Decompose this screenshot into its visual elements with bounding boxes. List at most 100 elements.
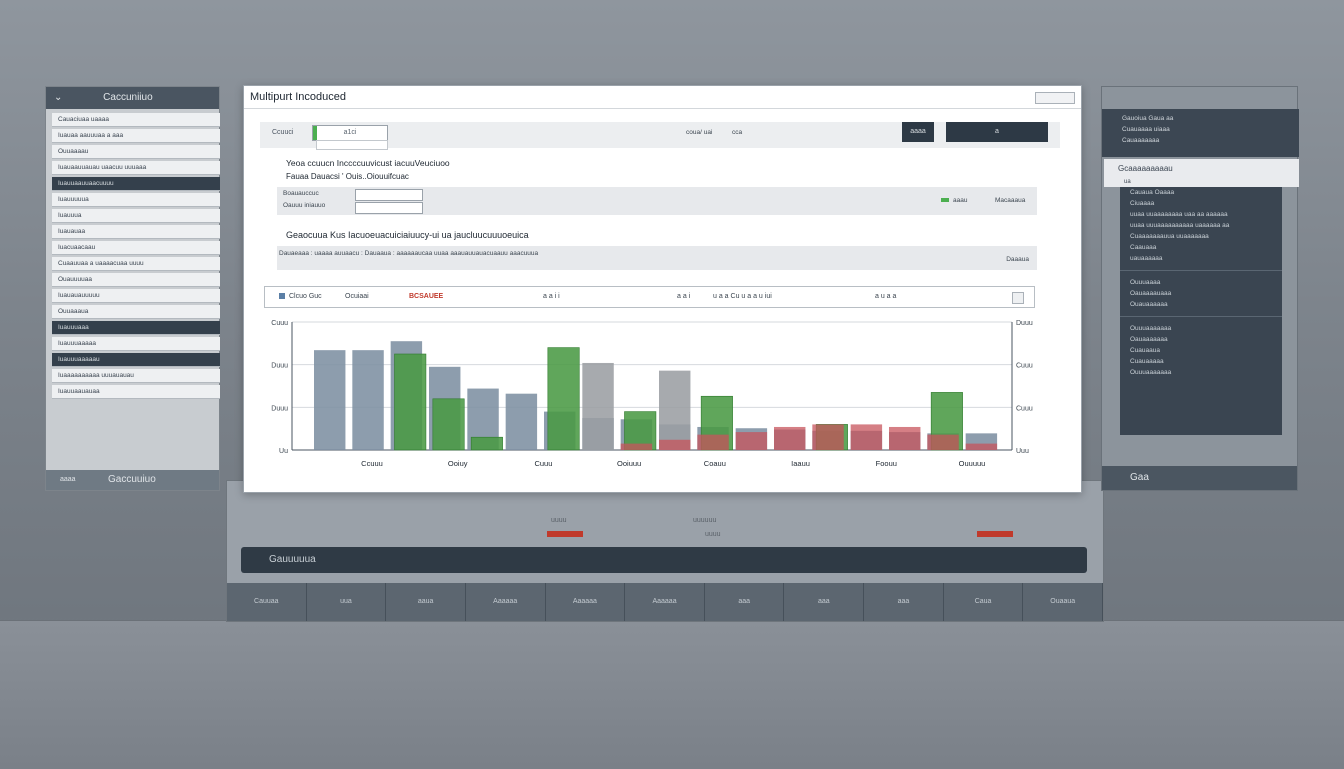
sidebar-item[interactable]: Iuauauauuuuu xyxy=(52,289,220,303)
sidebar-item[interactable]: Iuauaauuauau uaacuu uuuaaa xyxy=(52,161,220,175)
x-tick-label: Foouu xyxy=(876,459,897,468)
chart-bar xyxy=(505,393,538,450)
right-panel-row[interactable]: Oauaaaaaaa xyxy=(1120,334,1282,345)
right-panel-body: Cauaua Oaaaa Ciuaaaa uuaa uuaaaaaaaa uaa a… xyxy=(1120,187,1282,435)
chart-bar xyxy=(352,350,384,450)
chart-bar xyxy=(735,432,768,450)
sidebar-item[interactable]: Iuauaa aauuuaa a aaa xyxy=(52,129,220,143)
back-red-tag xyxy=(547,531,583,537)
back-console: uuuu uuuuuu uuuu Gauuuuua Cauuaa uua aau… xyxy=(226,480,1104,622)
sidebar-item[interactable]: Iuauuuaaaaau xyxy=(52,353,220,367)
sidebar-item[interactable]: Iuaaaaaaaaaa uuuauauau xyxy=(52,369,220,383)
x-tick-label: Cuuu xyxy=(534,459,552,468)
sidebar-item[interactable]: Cuaauuaa a uaaaacuaa uuuu xyxy=(52,257,220,271)
left-panel-footer: aaaa Gaccuuiuo xyxy=(46,470,219,490)
back-footer-cell[interactable]: Aaaaaa xyxy=(546,583,626,621)
sidebar-item[interactable]: Iuauuuuua xyxy=(52,193,220,207)
right-panel-row[interactable]: Ciuaaaa xyxy=(1120,198,1282,209)
chart-bar xyxy=(314,350,346,450)
right-panel-row[interactable]: Ouuuaaaaaaa xyxy=(1120,323,1282,334)
y-tick-label: Cuuu xyxy=(271,320,288,327)
left-panel-header[interactable]: ⌄ Caccuniiuo xyxy=(46,87,219,109)
back-footer-cell[interactable]: Cauuaa xyxy=(227,583,307,621)
sidebar-item[interactable]: Ouuaaaua xyxy=(52,305,220,319)
right-panel: Gauoiua Gaua aa Cuauaaaa uiaaa Cauaaaaaa… xyxy=(1101,86,1299,491)
right-panel-row[interactable]: Ouuuaaaa xyxy=(1120,277,1282,288)
back-footer-cell[interactable]: Ouaaua xyxy=(1023,583,1104,621)
back-footer-cell[interactable]: Aaaaaa xyxy=(625,583,705,621)
back-footer-cell[interactable]: uua xyxy=(307,583,387,621)
back-footer-cell[interactable]: Aaaaaa xyxy=(466,583,546,621)
chart-bar xyxy=(812,424,844,450)
y-tick-label: Uu xyxy=(279,448,288,455)
right-panel-row[interactable]: uuaa uuaaaaaaaa uaa aa aaaaaa xyxy=(1120,209,1282,220)
chart-bar xyxy=(547,347,580,451)
x-tick-label: Ooiuuu xyxy=(617,459,641,468)
right-panel-row[interactable]: Ouuuaaaaaaa xyxy=(1120,367,1282,378)
chart-bar xyxy=(620,443,653,450)
right-panel-row[interactable]: Cauaua Oaaaa xyxy=(1120,187,1282,198)
chart-bar xyxy=(774,426,806,450)
chevron-down-icon[interactable]: ⌄ xyxy=(54,92,62,103)
back-footer: Cauuaa uua aaua Aaaaaa Aaaaaa Aaaaaa aaa… xyxy=(227,583,1104,621)
back-console-bar[interactable]: Gauuuuua xyxy=(241,547,1087,573)
right-panel-row[interactable]: Caauaaa xyxy=(1120,242,1282,253)
right-panel-tab[interactable]: Gcaaaaaaaaau ua xyxy=(1104,159,1299,187)
bar-chart: Cuuu Duuu Duuu Uu Duuu Cuuu Cuuu Uuu Ccuuu Ooiuy C… xyxy=(271,320,1033,468)
chart-bar xyxy=(582,362,614,450)
right-panel-row[interactable]: Ouauaaaaaa xyxy=(1120,299,1282,310)
right-top-row: Gauoiua Gaua aa xyxy=(1122,115,1174,122)
main-window: Multipurt Incoduced Ccuuci a1ci coua/ ua… xyxy=(243,85,1082,493)
divider xyxy=(1120,316,1282,317)
sidebar-item[interactable]: Iuauuuaaa xyxy=(52,321,220,335)
right-panel-row[interactable]: Cuauaaaaa xyxy=(1120,356,1282,367)
chart-bar xyxy=(697,434,729,450)
sidebar-item[interactable]: Ouauuuuaa xyxy=(52,273,220,287)
right-panel-row[interactable]: uuaa uuuaaaaaaaaaa uaaaaaa aa xyxy=(1120,220,1282,231)
sidebar-item[interactable]: Iuauuua xyxy=(52,209,220,223)
back-ticker: uuuu xyxy=(551,517,567,524)
sidebar-item[interactable]: Iuauuaauauaa xyxy=(52,385,220,399)
chart-bar xyxy=(659,370,691,450)
chart-bar xyxy=(432,398,465,451)
divider xyxy=(1120,270,1282,271)
floor xyxy=(0,620,1344,769)
left-footer-small: aaaa xyxy=(60,476,76,483)
right-panel-row[interactable]: Oauaaaauaaa xyxy=(1120,288,1282,299)
chart-bar xyxy=(850,424,883,450)
sidebar-item[interactable]: Iuauauaa xyxy=(52,225,220,239)
y-tick-label: Duuu xyxy=(1016,320,1033,327)
back-footer-cell[interactable]: aaa xyxy=(784,583,865,621)
y-tick-label: Uuu xyxy=(1016,448,1029,455)
right-panel-row[interactable]: Cuauaaua xyxy=(1120,345,1282,356)
sidebar-item[interactable]: Iuauuuaaaaa xyxy=(52,337,220,351)
right-panel-tab-sub: ua xyxy=(1124,179,1131,185)
back-footer-cell[interactable]: aaa xyxy=(705,583,785,621)
right-panel-row[interactable]: uauaaaaaa xyxy=(1120,253,1282,264)
chart-bar xyxy=(659,439,691,450)
right-panel-row[interactable]: Cuaaaaaaauua uuaaaaaaa xyxy=(1120,231,1282,242)
chart-bar xyxy=(965,443,998,450)
sidebar-item[interactable]: Ouuaaaau xyxy=(52,145,220,159)
left-panel-title: Caccuniiuo xyxy=(103,92,153,103)
sidebar-item[interactable]: Iuauuaauuaacuuuu xyxy=(52,177,220,191)
back-ticker: uuuuuu xyxy=(693,517,717,524)
back-footer-cell[interactable]: Caua xyxy=(944,583,1024,621)
back-red-tag xyxy=(977,531,1013,537)
left-panel-list: Cauaciuaa uaaaa Iuauaa aauuuaa a aaa Ouuaa… xyxy=(52,113,220,401)
chart-bar xyxy=(394,353,427,451)
back-footer-cell[interactable]: aaua xyxy=(386,583,466,621)
chart-bar xyxy=(470,436,503,451)
sidebar-item[interactable]: Iuacuaacaau xyxy=(52,241,220,255)
x-tick-label: Iaauu xyxy=(791,459,810,468)
right-panel-top: Gauoiua Gaua aa Cuauaaaa uiaaa Cauaaaaaa… xyxy=(1102,109,1299,157)
x-tick-label: Ccuuu xyxy=(361,459,383,468)
back-footer-cell[interactable]: aaa xyxy=(864,583,944,621)
sidebar-item[interactable]: Cauaciuaa uaaaa xyxy=(52,113,220,127)
y-tick-label: Duuu xyxy=(271,405,288,412)
left-footer-label[interactable]: Gaccuuiuo xyxy=(108,474,156,485)
back-ticker: uuuu xyxy=(705,531,721,538)
x-tick-label: Coauu xyxy=(704,459,726,468)
y-tick-label: Duuu xyxy=(271,363,288,370)
right-panel-footer[interactable]: Gaa xyxy=(1102,466,1297,490)
